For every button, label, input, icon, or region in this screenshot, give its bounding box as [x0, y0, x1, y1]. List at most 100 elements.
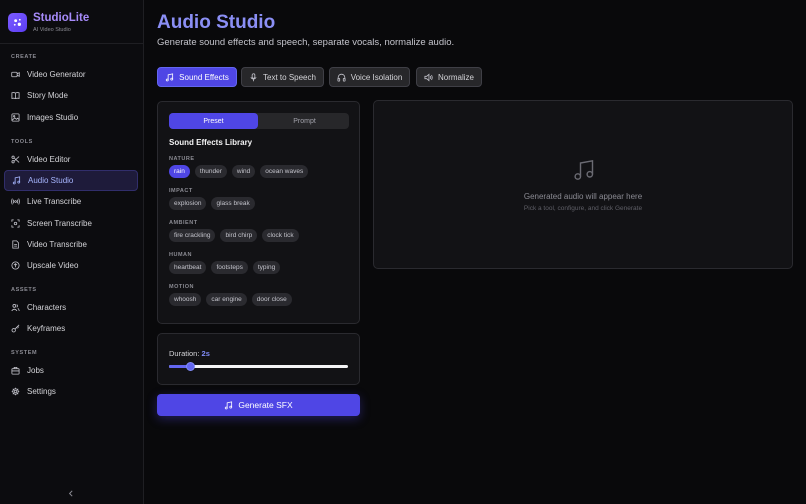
page-title: Audio Studio	[157, 12, 276, 33]
sfx-chip-ocean-waves[interactable]: ocean waves	[260, 165, 309, 178]
sidebar-item-upscale-video[interactable]: Upscale Video	[4, 255, 138, 276]
sfx-chip-wind[interactable]: wind	[231, 165, 256, 178]
music-note-icon	[225, 400, 233, 409]
sfx-chip-thunder[interactable]: thunder	[194, 165, 227, 178]
sfx-chip-car-engine[interactable]: car engine	[206, 293, 247, 306]
chip-row-ambient: fire crackling bird chirp clock tick	[169, 229, 299, 242]
sfx-chip-glass-break[interactable]: glass break	[211, 197, 255, 210]
sidebar-item-audio-studio[interactable]: Audio Studio	[4, 170, 138, 191]
tab-sound-effects[interactable]: Sound Effects	[157, 67, 237, 87]
sidebar-item-images-studio[interactable]: Images Studio	[4, 107, 138, 128]
briefcase-icon	[11, 366, 20, 375]
slider-thumb[interactable]	[186, 362, 195, 371]
generate-sfx-label: Generate SFX	[238, 400, 293, 410]
section-label-create: CREATE	[11, 54, 37, 60]
chip-row-impact: explosion glass break	[169, 197, 255, 210]
screen-capture-icon	[11, 219, 20, 228]
sfx-chip-door-close[interactable]: door close	[251, 293, 292, 306]
brand[interactable]: StudioLite AI Video Studio	[8, 12, 89, 33]
scissors-icon	[11, 155, 20, 164]
upscale-circle-icon	[11, 261, 20, 270]
brand-subtitle: AI Video Studio	[33, 27, 71, 33]
tab-normalize[interactable]: Normalize	[416, 67, 482, 87]
sidebar-item-label: Jobs	[27, 366, 44, 375]
divider	[0, 43, 143, 44]
sfx-chip-footsteps[interactable]: footsteps	[211, 261, 248, 274]
category-label-ambient: AMBIENT	[169, 220, 198, 226]
library-title: Sound Effects Library	[169, 138, 253, 147]
section-label-system: SYSTEM	[11, 350, 38, 356]
sfx-chip-explosion[interactable]: explosion	[169, 197, 207, 210]
key-icon	[11, 324, 20, 333]
sidebar-item-jobs[interactable]: Jobs	[4, 360, 138, 381]
speaker-icon	[424, 72, 433, 82]
sidebar-item-label: Characters	[27, 303, 67, 312]
duration-slider[interactable]	[169, 362, 348, 371]
section-label-tools: TOOLS	[11, 139, 33, 145]
sfx-library-panel: Preset Prompt Sound Effects Library NATU…	[157, 101, 360, 324]
category-label-impact: IMPACT	[169, 188, 193, 194]
headphones-icon	[337, 73, 346, 82]
tab-label: Sound Effects	[179, 72, 229, 82]
sidebar-item-label: Story Mode	[27, 91, 68, 100]
sidebar-item-label: Upscale Video	[27, 261, 79, 270]
users-icon	[11, 303, 20, 312]
sidebar-item-label: Live Transcribe	[27, 197, 82, 206]
sidebar-item-label: Video Editor	[27, 155, 71, 164]
preset-mode-button[interactable]: Preset	[169, 113, 258, 129]
image-icon	[11, 113, 20, 122]
music-note-icon	[166, 72, 174, 81]
category-label-motion: MOTION	[169, 284, 194, 290]
gear-icon	[11, 387, 20, 396]
music-note-icon	[12, 176, 21, 185]
output-placeholder-title: Generated audio will appear here	[523, 192, 643, 201]
page-subtitle: Generate sound effects and speech, separ…	[157, 37, 455, 48]
sidebar-item-characters[interactable]: Characters	[4, 297, 138, 318]
sfx-chip-fire-crackling[interactable]: fire crackling	[169, 229, 216, 242]
duration-panel: Duration: 2s	[157, 333, 360, 385]
output-placeholder-hint: Pick a tool, configure, and click Genera…	[523, 205, 643, 212]
collapse-sidebar-button[interactable]	[66, 488, 76, 498]
chip-row-nature: rain thunder wind ocean waves	[169, 165, 309, 178]
generate-sfx-button[interactable]: Generate SFX	[157, 394, 360, 416]
chip-row-motion: whoosh car engine door close	[169, 293, 292, 306]
sidebar-item-keyframes[interactable]: Keyframes	[4, 318, 138, 339]
sfx-chip-bird-chirp[interactable]: bird chirp	[220, 229, 258, 242]
broadcast-icon	[11, 197, 20, 206]
sidebar-item-screen-transcribe[interactable]: Screen Transcribe	[4, 213, 138, 234]
sidebar-item-video-editor[interactable]: Video Editor	[4, 149, 138, 170]
sidebar-item-settings[interactable]: Settings	[4, 381, 138, 402]
mode-toggle: Preset Prompt	[169, 113, 349, 129]
logo-sparkle-icon	[8, 13, 27, 32]
music-note-icon	[574, 159, 594, 180]
sidebar-item-label: Settings	[27, 387, 56, 396]
sidebar-item-label: Images Studio	[27, 113, 79, 122]
sidebar-item-label: Audio Studio	[28, 176, 74, 185]
tab-voice-isolation[interactable]: Voice Isolation	[329, 67, 410, 87]
duration-label: Duration: 2s	[169, 349, 210, 358]
sfx-chip-typing[interactable]: typing	[252, 261, 281, 274]
sidebar-item-label: Video Generator	[27, 70, 86, 79]
sfx-chip-rain[interactable]: rain	[169, 165, 190, 178]
duration-label-text: Duration:	[169, 349, 200, 358]
sidebar-item-video-generator[interactable]: Video Generator	[4, 64, 138, 85]
tab-label: Text to Speech	[263, 72, 316, 82]
sidebar-item-story-mode[interactable]: Story Mode	[4, 85, 138, 106]
microphone-icon	[250, 72, 257, 81]
sidebar-item-label: Video Transcribe	[27, 240, 87, 249]
slider-track	[169, 365, 348, 368]
sidebar: StudioLite AI Video Studio CREATE Video …	[0, 0, 144, 504]
sfx-chip-whoosh[interactable]: whoosh	[169, 293, 202, 306]
sidebar-item-live-transcribe[interactable]: Live Transcribe	[4, 191, 138, 212]
sfx-chip-heartbeat[interactable]: heartbeat	[169, 261, 207, 274]
category-label-human: HUMAN	[169, 252, 192, 258]
sidebar-item-label: Screen Transcribe	[27, 219, 92, 228]
sidebar-item-video-transcribe[interactable]: Video Transcribe	[4, 234, 138, 255]
tab-text-to-speech[interactable]: Text to Speech	[241, 67, 324, 87]
prompt-mode-button[interactable]: Prompt	[260, 113, 349, 129]
category-label-nature: NATURE	[169, 156, 195, 162]
sfx-chip-clock-tick[interactable]: clock tick	[262, 229, 299, 242]
book-icon	[11, 91, 20, 100]
output-panel: Generated audio will appear here Pick a …	[373, 100, 793, 269]
section-label-assets: ASSETS	[11, 287, 37, 293]
